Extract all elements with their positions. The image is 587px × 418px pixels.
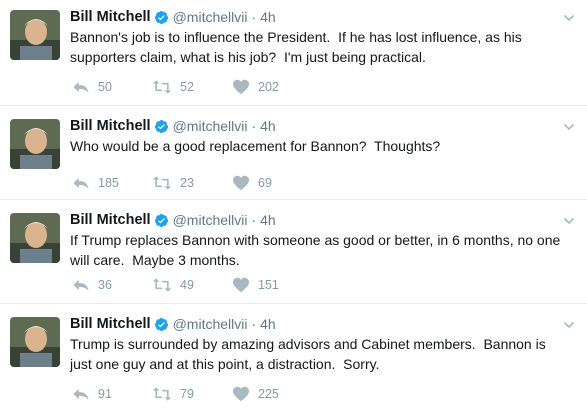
heart-icon — [233, 79, 249, 95]
reply-count: 36 — [98, 278, 112, 292]
retweet-count: 23 — [180, 176, 194, 190]
reply-button[interactable]: 185 — [72, 175, 152, 191]
display-name[interactable]: Bill Mitchell — [70, 316, 151, 332]
reply-button[interactable]: 36 — [72, 277, 152, 293]
timestamp[interactable]: 4h — [260, 118, 276, 134]
retweet-button[interactable]: 23 — [152, 175, 232, 191]
tweet-text: If Trump replaces Bannon with someone as… — [70, 232, 565, 268]
verified-badge-icon — [154, 317, 169, 332]
display-name[interactable]: Bill Mitchell — [70, 212, 151, 228]
chevron-down-icon[interactable] — [563, 318, 575, 330]
user-handle[interactable]: @mitchellvii — [173, 118, 248, 134]
reply-button[interactable]: 91 — [72, 386, 152, 402]
retweet-icon — [152, 176, 172, 190]
timestamp[interactable]: 4h — [260, 9, 276, 25]
tweet-text: Who would be a good replacement for Bann… — [70, 138, 441, 154]
like-count: 225 — [258, 387, 279, 401]
reply-icon — [73, 279, 89, 291]
chevron-down-icon[interactable] — [563, 11, 575, 23]
retweet-count: 52 — [180, 80, 194, 94]
reply-count: 91 — [98, 387, 112, 401]
retweet-icon — [152, 387, 172, 401]
tweet-feed: Bill Mitchell @mitchellvii · 4h Bannon's… — [0, 0, 587, 418]
user-handle[interactable]: @mitchellvii — [173, 212, 248, 228]
heart-icon — [233, 277, 249, 293]
separator-dot: · — [251, 212, 257, 228]
verified-badge-icon — [154, 119, 169, 134]
like-button[interactable]: 225 — [232, 386, 312, 402]
reply-count: 185 — [98, 176, 119, 190]
timestamp[interactable]: 4h — [260, 316, 276, 332]
reply-icon — [73, 177, 89, 189]
tweet-actions: 50 52 202 — [72, 78, 312, 96]
heart-icon — [233, 386, 249, 402]
tweet[interactable]: Bill Mitchell @mitchellvii · 4h If Trump… — [0, 200, 587, 304]
tweet-actions: 91 79 225 — [72, 385, 312, 403]
retweet-icon — [152, 278, 172, 292]
retweet-count: 79 — [180, 387, 194, 401]
separator-dot: · — [251, 316, 257, 332]
like-button[interactable]: 202 — [232, 79, 312, 95]
tweet-header: Bill Mitchell @mitchellvii · 4h — [70, 8, 276, 26]
like-count: 151 — [258, 278, 279, 292]
tweet-text: Trump is surrounded by amazing advisors … — [70, 336, 550, 372]
reply-button[interactable]: 50 — [72, 79, 152, 95]
retweet-icon — [152, 80, 172, 94]
avatar[interactable] — [10, 317, 60, 367]
tweet-header: Bill Mitchell @mitchellvii · 4h — [70, 315, 276, 333]
display-name[interactable]: Bill Mitchell — [70, 9, 151, 25]
separator-dot: · — [251, 9, 257, 25]
user-handle[interactable]: @mitchellvii — [173, 9, 248, 25]
retweet-button[interactable]: 52 — [152, 79, 232, 95]
avatar[interactable] — [10, 213, 60, 263]
separator-dot: · — [251, 118, 257, 134]
chevron-down-icon[interactable] — [563, 214, 575, 226]
verified-badge-icon — [154, 10, 169, 25]
reply-icon — [73, 388, 89, 400]
verified-badge-icon — [154, 213, 169, 228]
user-handle[interactable]: @mitchellvii — [173, 316, 248, 332]
reply-icon — [73, 81, 89, 93]
retweet-button[interactable]: 79 — [152, 386, 232, 402]
tweet-header: Bill Mitchell @mitchellvii · 4h — [70, 117, 276, 135]
like-count: 69 — [258, 176, 272, 190]
tweet-header: Bill Mitchell @mitchellvii · 4h — [70, 211, 276, 229]
retweet-count: 49 — [180, 278, 194, 292]
retweet-button[interactable]: 49 — [152, 277, 232, 293]
tweet-actions: 36 49 151 — [72, 276, 312, 294]
like-count: 202 — [258, 80, 279, 94]
chevron-down-icon[interactable] — [563, 120, 575, 132]
tweet[interactable]: Bill Mitchell @mitchellvii · 4h Who woul… — [0, 106, 587, 200]
tweet-actions: 185 23 69 — [72, 174, 312, 192]
tweet-text: Bannon's job is to influence the Preside… — [70, 29, 526, 65]
reply-count: 50 — [98, 80, 112, 94]
tweet[interactable]: Bill Mitchell @mitchellvii · 4h Bannon's… — [0, 0, 587, 106]
tweet[interactable]: Bill Mitchell @mitchellvii · 4h Trump is… — [0, 304, 587, 418]
heart-icon — [233, 175, 249, 191]
avatar[interactable] — [10, 119, 60, 169]
display-name[interactable]: Bill Mitchell — [70, 118, 151, 134]
avatar[interactable] — [10, 10, 60, 60]
timestamp[interactable]: 4h — [260, 212, 276, 228]
like-button[interactable]: 151 — [232, 277, 312, 293]
like-button[interactable]: 69 — [232, 175, 312, 191]
